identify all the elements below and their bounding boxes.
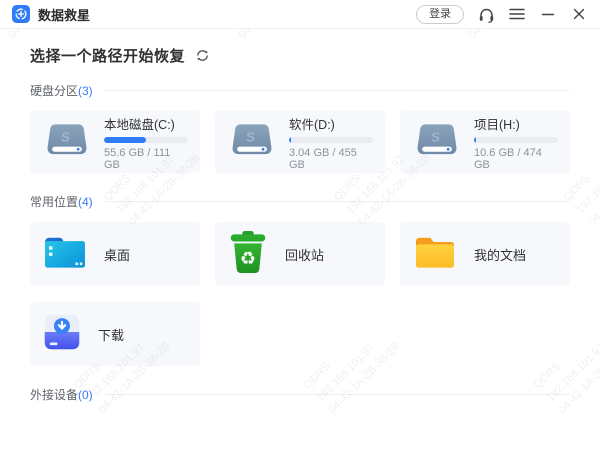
- close-icon[interactable]: [570, 5, 588, 23]
- hard-drive-icon: S: [42, 120, 92, 165]
- app-identity: 数据救星: [12, 5, 90, 24]
- section-label: 外接设备(0): [30, 386, 93, 403]
- page-title: 选择一个路径开始恢复: [30, 45, 185, 66]
- desktop-folder-icon: [42, 233, 88, 276]
- section-count: (4): [78, 195, 93, 209]
- section-header-locations: 常用位置(4): [30, 193, 570, 210]
- section-header-drives: 硬盘分区(3): [30, 82, 570, 99]
- location-card-recycle-bin[interactable]: ♻ 回收站: [215, 222, 385, 286]
- drives-grid: S 本地磁盘(C:) 55.6 GB / 111 GB S: [30, 111, 570, 173]
- capacity-progress-bar: [104, 137, 188, 143]
- section-count: (3): [78, 84, 93, 98]
- location-label: 桌面: [104, 245, 130, 264]
- drive-info: 本地磁盘(C:) 55.6 GB / 111 GB: [104, 114, 188, 171]
- drive-info: 项目(H:) 10.6 GB / 474 GB: [474, 114, 558, 171]
- recycle-bin-icon: ♻: [227, 230, 269, 279]
- drive-capacity: 3.04 GB / 455 GB: [289, 147, 373, 171]
- section-label: 常用位置(4): [30, 193, 93, 210]
- app-logo-icon: [12, 5, 30, 23]
- app-window: 数据救星 登录: [0, 0, 600, 454]
- drive-card-d[interactable]: S 软件(D:) 3.04 GB / 455 GB: [215, 111, 385, 173]
- titlebar-actions: 登录: [416, 5, 588, 24]
- location-card-downloads[interactable]: 下载: [30, 302, 200, 366]
- location-card-documents[interactable]: 我的文档: [400, 222, 570, 286]
- downloads-icon: [42, 312, 82, 357]
- capacity-progress-bar: [474, 137, 558, 143]
- section-label: 硬盘分区(3): [30, 82, 93, 99]
- menu-icon[interactable]: [508, 5, 526, 23]
- app-title: 数据救星: [38, 5, 90, 24]
- section-divider: [105, 201, 570, 202]
- capacity-progress-bar: [289, 137, 373, 143]
- drive-card-h[interactable]: S 项目(H:) 10.6 GB / 474 GB: [400, 111, 570, 173]
- drive-name: 本地磁盘(C:): [104, 114, 188, 133]
- capacity-progress-fill: [104, 137, 146, 143]
- titlebar: 数据救星 登录: [0, 0, 600, 29]
- refresh-icon[interactable]: [195, 48, 211, 64]
- drive-name: 软件(D:): [289, 114, 373, 133]
- section-header-external: 外接设备(0): [30, 386, 570, 403]
- location-card-desktop[interactable]: 桌面: [30, 222, 200, 286]
- capacity-progress-fill: [289, 137, 291, 143]
- login-button[interactable]: 登录: [416, 5, 464, 24]
- main-content: 选择一个路径开始恢复 硬盘分区(3): [0, 29, 600, 403]
- drive-capacity: 10.6 GB / 474 GB: [474, 147, 558, 171]
- capacity-progress-fill: [474, 137, 476, 143]
- section-count: (0): [78, 388, 93, 402]
- minimize-icon[interactable]: [539, 5, 557, 23]
- recycle-glyph: ♻: [240, 248, 256, 269]
- location-label: 下载: [98, 325, 124, 344]
- location-label: 回收站: [285, 245, 324, 264]
- hard-drive-icon: S: [227, 120, 277, 165]
- drive-name: 项目(H:): [474, 114, 558, 133]
- heading-row: 选择一个路径开始恢复: [30, 45, 570, 66]
- drive-info: 软件(D:) 3.04 GB / 455 GB: [289, 114, 373, 171]
- drive-capacity: 55.6 GB / 111 GB: [104, 147, 188, 171]
- locations-grid: 桌面 ♻ 回收站: [30, 222, 570, 366]
- documents-folder-icon: [412, 233, 458, 276]
- svg-text:S: S: [245, 129, 256, 144]
- section-divider: [105, 90, 570, 91]
- hard-drive-icon: S: [412, 120, 462, 165]
- svg-text:S: S: [430, 129, 441, 144]
- section-divider: [105, 394, 570, 395]
- drive-card-c[interactable]: S 本地磁盘(C:) 55.6 GB / 111 GB: [30, 111, 200, 173]
- location-label: 我的文档: [474, 245, 526, 264]
- svg-text:S: S: [60, 129, 71, 144]
- headset-icon[interactable]: [477, 5, 495, 23]
